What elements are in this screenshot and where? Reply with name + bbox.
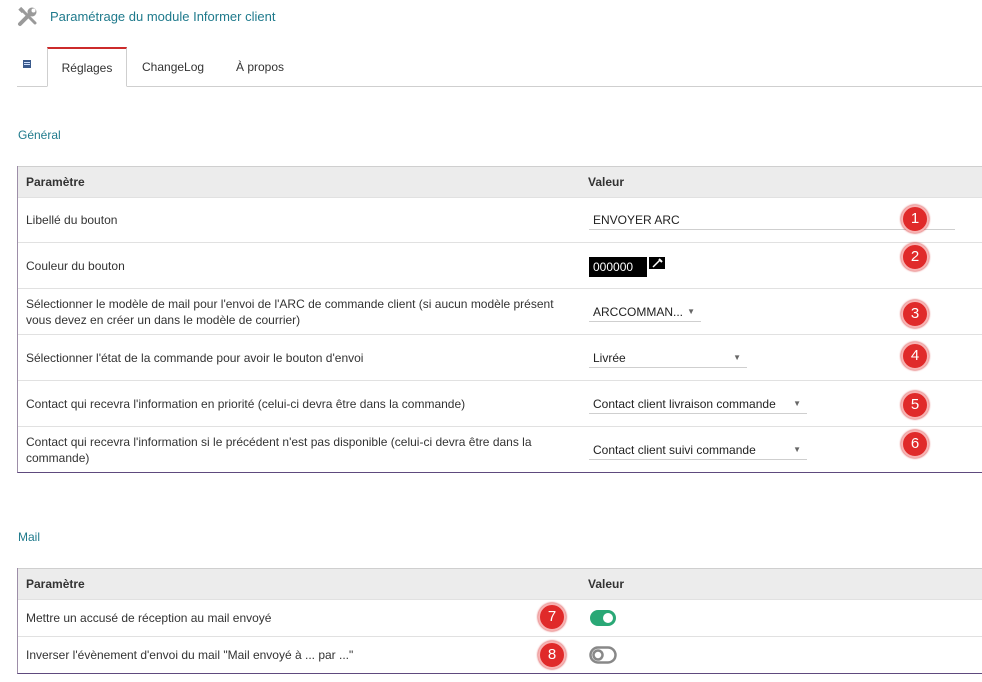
read-receipt-toggle[interactable]: [589, 609, 617, 627]
mail-settings-table: Paramètre Valeur Mettre un accusé de réc…: [17, 568, 982, 674]
table-row: Contact qui recevra l'information en pri…: [18, 380, 982, 426]
row-label: Sélectionner l'état de la commande pour …: [26, 350, 364, 365]
table-row: Mettre un accusé de réception au mail en…: [18, 599, 982, 636]
table-row: Couleur du bouton 000000 2: [18, 242, 982, 288]
section-title-general: Général: [18, 128, 61, 142]
mail-template-select[interactable]: ARCCOMMAN... ▼: [589, 302, 701, 322]
table-header: Paramètre Valeur: [18, 166, 982, 197]
dropdown-arrow-icon: ▼: [733, 352, 741, 362]
page-title: Paramétrage du module Informer client: [50, 9, 276, 24]
section-title-mail: Mail: [18, 530, 41, 544]
row-label: Contact qui recevra l'information en pri…: [26, 396, 466, 411]
dropdown-arrow-icon: ▼: [793, 398, 801, 408]
priority-contact-select[interactable]: Contact client livraison commande ▼: [589, 394, 807, 414]
callout-badge: 2: [901, 243, 929, 271]
table-row: Libellé du bouton 1: [18, 197, 982, 242]
tools-icon: [18, 6, 37, 26]
table-row: Sélectionner l'état de la commande pour …: [18, 334, 982, 380]
table-row: Contact qui recevra l'information si le …: [18, 426, 982, 472]
dropdown-arrow-icon: ▼: [687, 306, 695, 316]
tab-changelog[interactable]: ChangeLog: [142, 47, 204, 86]
dropdown-arrow-icon: ▼: [793, 444, 801, 454]
table-row: Sélectionner le modèle de mail pour l'en…: [18, 288, 982, 334]
row-label: Couleur du bouton: [26, 258, 125, 273]
table-row: Inverser l'évènement d'envoi du mail "Ma…: [18, 636, 982, 673]
tab-reglages[interactable]: Réglages: [47, 47, 127, 87]
row-label: Mettre un accusé de réception au mail en…: [26, 611, 272, 625]
callout-badge: 6: [901, 430, 929, 458]
callout-badge: 7: [538, 603, 566, 631]
col-header-param: Paramètre: [26, 577, 85, 591]
callout-badge: 3: [901, 300, 929, 328]
select-value: Livrée: [593, 350, 626, 365]
callout-badge: 1: [901, 205, 929, 233]
invert-event-toggle[interactable]: [589, 646, 617, 664]
row-label: Contact qui recevra l'information si le …: [26, 434, 532, 465]
callout-badge: 4: [901, 342, 929, 370]
button-color-input[interactable]: 000000: [589, 257, 647, 277]
row-label: Sélectionner le modèle de mail pour l'en…: [26, 296, 554, 327]
fallback-contact-select[interactable]: Contact client suivi commande ▼: [589, 440, 807, 460]
col-header-value: Valeur: [588, 577, 625, 591]
color-picker-icon[interactable]: [649, 257, 665, 269]
callout-badge: 5: [901, 391, 929, 419]
col-header-value: Valeur: [588, 175, 625, 189]
row-label: Libellé du bouton: [26, 213, 118, 227]
tab-bar: Réglages ChangeLog À propos: [17, 47, 982, 87]
select-value: Contact client livraison commande: [593, 396, 776, 411]
select-value: Contact client suivi commande: [593, 442, 756, 457]
table-header: Paramètre Valeur: [18, 568, 982, 599]
row-label: Inverser l'évènement d'envoi du mail "Ma…: [26, 648, 354, 662]
callout-badge: 8: [538, 641, 566, 669]
module-icon[interactable]: [22, 59, 32, 69]
general-settings-table: Paramètre Valeur Libellé du bouton 1 Cou…: [17, 166, 982, 473]
tab-a-propos[interactable]: À propos: [236, 47, 284, 86]
col-header-param: Paramètre: [26, 175, 85, 189]
select-value: ARCCOMMAN...: [593, 304, 683, 319]
order-state-select[interactable]: Livrée ▼: [589, 348, 747, 368]
